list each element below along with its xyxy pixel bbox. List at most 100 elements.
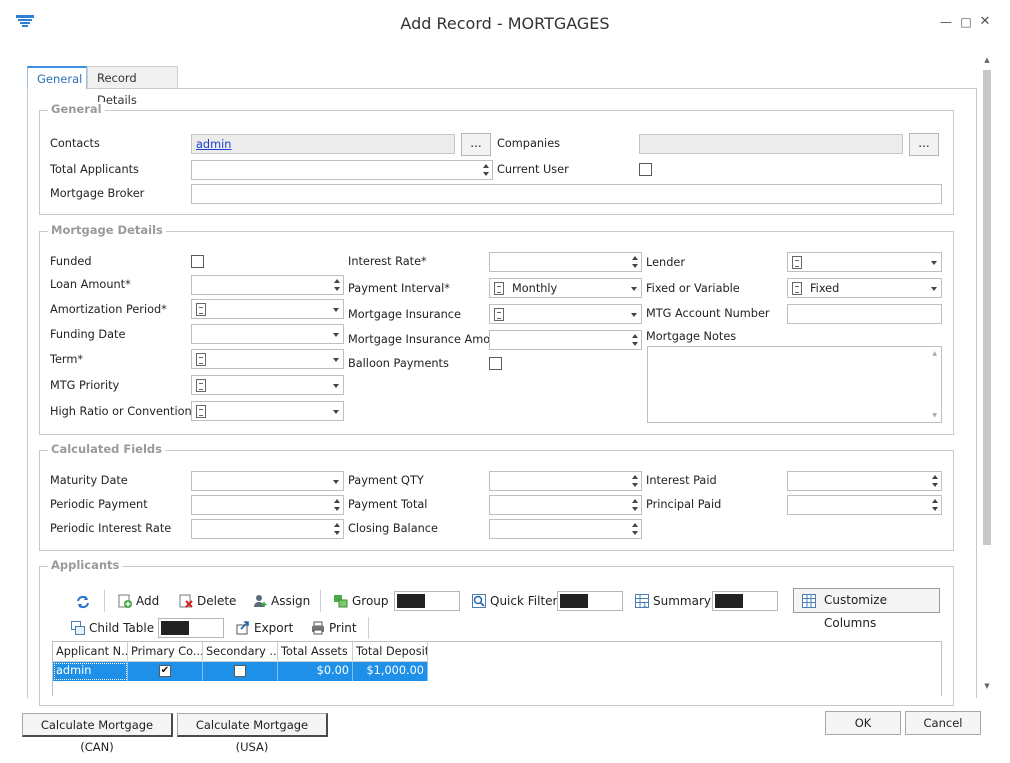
maturity-date-picker[interactable] [191,471,344,491]
notes-scroll-down-icon[interactable]: ▼ [932,412,937,419]
chevron-down-icon[interactable] [333,410,339,414]
column-header-primary-contact[interactable]: Primary Co... [128,642,203,662]
companies-label: Companies [497,137,561,150]
secondary-contact-checkbox[interactable] [234,665,246,677]
cell-applicant[interactable]: admin [53,662,128,681]
summary-button[interactable]: Σ Summary [635,594,711,608]
chevron-down-icon[interactable] [631,313,637,317]
interest-rate-field[interactable] [489,252,642,272]
fixed-or-variable-select[interactable]: Fixed [787,278,942,298]
current-user-checkbox[interactable] [639,163,652,176]
mortgage-insurance-select[interactable] [489,304,642,324]
cell-total-assets[interactable]: $0.00 [278,662,353,681]
chevron-down-icon[interactable] [333,333,339,337]
mortgage-broker-field[interactable] [191,184,942,204]
cell-secondary-contact[interactable] [203,662,278,681]
funded-checkbox[interactable] [191,255,204,268]
periodic-interest-rate-field[interactable] [191,519,344,539]
scroll-thumb[interactable] [983,70,991,545]
assign-button[interactable]: Assign [253,594,310,608]
funding-date-picker[interactable] [191,324,344,344]
term-select[interactable] [191,349,344,369]
calculate-mortgage-can-button[interactable]: Calculate Mortgage (CAN) [22,713,173,754]
close-icon[interactable]: ✕ [978,14,992,30]
refresh-icon[interactable] [75,594,91,610]
chevron-down-icon[interactable] [333,480,339,484]
high-ratio-select[interactable] [191,401,344,421]
spinner-icon[interactable] [931,497,940,513]
notes-scroll-up-icon[interactable]: ▲ [932,350,937,357]
closing-balance-field[interactable] [489,519,642,539]
toolbar-separator [368,617,369,639]
spinner-icon[interactable] [631,332,640,348]
primary-contact-checkbox[interactable]: ✔ [159,665,171,677]
spinner-icon[interactable] [482,162,491,178]
chevron-down-icon[interactable] [631,287,637,291]
column-header-total-deposit[interactable]: Total Deposit [353,642,428,662]
companies-browse-button[interactable]: ... [909,133,939,156]
export-button[interactable]: Export [236,621,293,635]
companies-field[interactable] [639,134,903,154]
total-applicants-field[interactable] [191,160,493,180]
spinner-icon[interactable] [931,473,940,489]
spinner-icon[interactable] [333,497,342,513]
principal-paid-field[interactable] [787,495,942,515]
lender-select[interactable] [787,252,942,272]
delete-button[interactable]: Delete [179,594,236,608]
chevron-down-icon[interactable] [931,261,937,265]
group-toggle[interactable] [394,591,460,611]
minimize-icon[interactable]: — [939,14,953,30]
scroll-down-icon[interactable]: ▼ [982,682,992,690]
quick-filter-toggle[interactable] [557,591,623,611]
contacts-field[interactable]: admin [191,134,455,154]
contacts-browse-button[interactable]: ... [461,133,491,156]
scroll-up-icon[interactable]: ▲ [982,56,992,64]
balloon-payments-checkbox[interactable] [489,357,502,370]
vertical-scrollbar[interactable]: ▲ ▼ [980,52,994,692]
mortgage-notes-textarea[interactable]: ▲ ▼ [647,346,942,423]
chevron-down-icon[interactable] [333,384,339,388]
spinner-icon[interactable] [333,521,342,537]
child-table-toggle[interactable] [158,618,224,638]
cancel-button[interactable]: Cancel [905,711,981,735]
interest-paid-field[interactable] [787,471,942,491]
periodic-payment-field[interactable] [191,495,344,515]
calculate-mortgage-usa-button[interactable]: Calculate Mortgage (USA) [177,713,328,754]
document-icon [494,308,504,321]
applicants-grid: Applicant N... Primary Co... Secondary .… [52,641,942,696]
amortization-period-select[interactable] [191,299,344,319]
tab-general[interactable]: General [27,66,87,90]
spinner-icon[interactable] [631,521,640,537]
spinner-icon[interactable] [631,254,640,270]
chevron-down-icon[interactable] [931,287,937,291]
spinner-icon[interactable] [631,473,640,489]
quick-filter-button[interactable]: Quick Filter [472,594,557,608]
spinner-icon[interactable] [333,277,342,293]
chevron-down-icon[interactable] [333,308,339,312]
cell-primary-contact[interactable]: ✔ [128,662,203,681]
add-button[interactable]: Add [118,594,159,608]
loan-amount-field[interactable] [191,275,344,295]
summary-toggle[interactable] [712,591,778,611]
column-header-applicant[interactable]: Applicant N... [53,642,128,662]
column-header-secondary-contact[interactable]: Secondary ... [203,642,278,662]
contacts-value-link[interactable]: admin [196,138,231,151]
print-label: Print [329,621,357,635]
mtg-account-number-field[interactable] [787,304,942,324]
chevron-down-icon[interactable] [333,358,339,362]
mortgage-insurance-amount-field[interactable] [489,330,642,350]
maximize-icon[interactable]: □ [959,14,973,30]
child-table-button[interactable]: Child Table [71,621,154,635]
column-header-total-assets[interactable]: Total Assets [278,642,353,662]
cell-total-deposit[interactable]: $1,000.00 [353,662,428,681]
group-button[interactable]: Group [334,594,389,608]
payment-total-field[interactable] [489,495,642,515]
print-button[interactable]: Print [311,621,357,635]
spinner-icon[interactable] [631,497,640,513]
payment-interval-select[interactable]: Monthly [489,278,642,298]
mtg-priority-select[interactable] [191,375,344,395]
customize-columns-button[interactable]: Customize Columns [793,588,940,630]
payment-qty-field[interactable] [489,471,642,491]
tab-record-details[interactable]: Record Details [87,66,178,107]
ok-button[interactable]: OK [825,711,901,735]
